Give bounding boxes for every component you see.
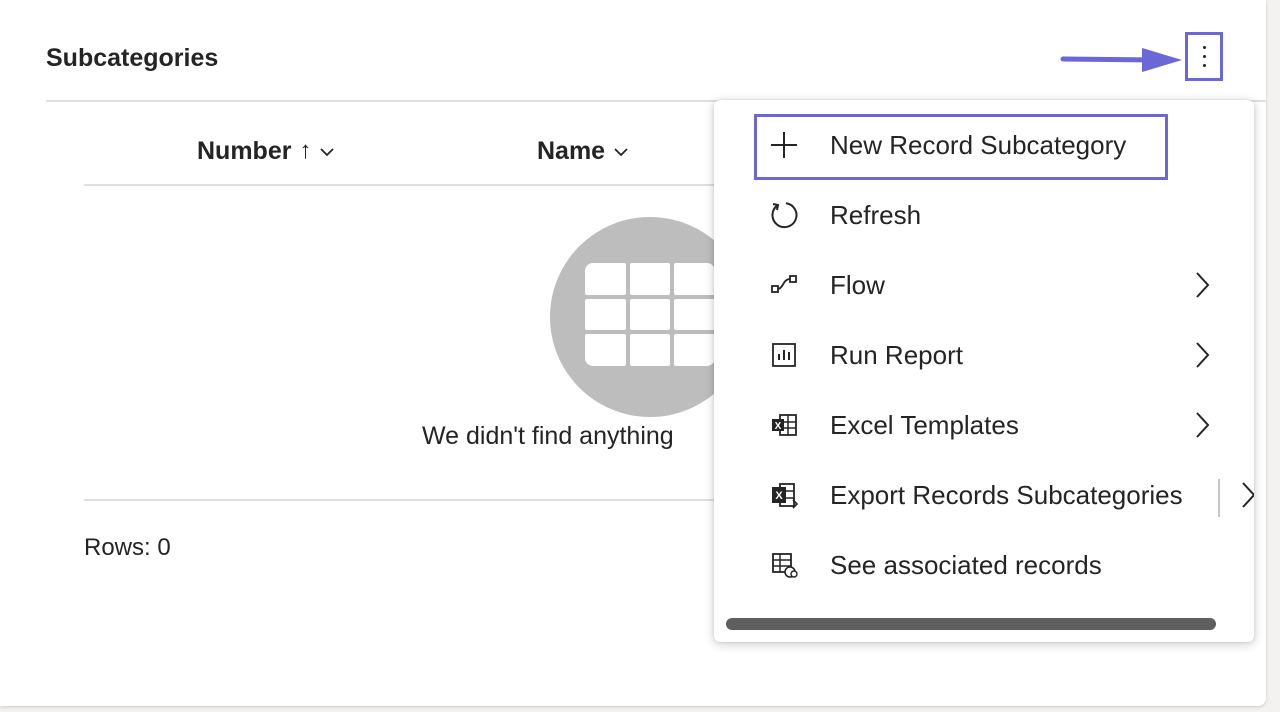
column-header-label: Name <box>537 136 606 165</box>
menu-item-label: See associated records <box>830 550 1102 580</box>
menu-item-label: Run Report <box>830 340 963 370</box>
chevron-right-icon[interactable] <box>1238 481 1254 509</box>
svg-text:X: X <box>775 490 783 502</box>
subgrid-title: Subcategories <box>46 44 219 72</box>
refresh-icon <box>766 197 802 233</box>
more-commands-highlight <box>1185 32 1223 81</box>
svg-text:X: X <box>775 421 782 432</box>
menu-item-see-associated-records[interactable]: See associated records <box>714 530 1254 600</box>
chevron-right-icon <box>1196 342 1210 368</box>
menu-item-label: Flow <box>830 270 885 300</box>
menu-horizontal-scrollbar[interactable] <box>726 618 1216 630</box>
column-header-number[interactable]: Number ↑ <box>197 118 335 184</box>
associated-records-icon <box>766 547 802 583</box>
header-divider <box>84 184 724 186</box>
menu-item-label: Export Records Subcategories <box>830 480 1183 510</box>
report-icon <box>766 337 802 373</box>
more-commands-button[interactable] <box>1188 35 1220 78</box>
menu-item-label: New Record Subcategory <box>830 130 1127 160</box>
overflow-commands-menu: New Record Subcategory Refresh Flow Run … <box>714 100 1254 642</box>
excel-template-icon: X <box>766 407 802 443</box>
sort-ascending-icon: ↑ <box>299 137 312 164</box>
chevron-right-icon <box>1196 272 1210 298</box>
split-button-divider <box>1218 479 1220 517</box>
chevron-down-icon <box>614 148 628 157</box>
menu-item-refresh[interactable]: Refresh <box>714 180 1254 250</box>
annotation-arrow-icon <box>1060 48 1182 72</box>
flow-icon <box>766 267 802 303</box>
column-header-name[interactable]: Name <box>537 118 629 184</box>
chevron-right-icon <box>1196 412 1210 438</box>
more-dot <box>1202 64 1206 67</box>
menu-item-flow[interactable]: Flow <box>714 250 1254 320</box>
menu-item-excel-templates[interactable]: X Excel Templates <box>714 390 1254 460</box>
chevron-down-icon <box>320 148 335 157</box>
more-dot <box>1202 55 1206 58</box>
menu-item-new-record-subcategory[interactable]: New Record Subcategory <box>714 110 1254 180</box>
excel-export-icon: X <box>766 477 802 513</box>
menu-item-export-records-subcategories[interactable]: X Export Records Subcategories <box>714 460 1254 530</box>
grid-header-row: Number ↑ Name <box>84 118 784 184</box>
column-header-label: Number <box>197 136 292 165</box>
empty-table-icon <box>585 263 715 366</box>
menu-item-label: Excel Templates <box>830 410 1019 440</box>
empty-state-message: We didn't find anything <box>422 422 674 450</box>
more-dot <box>1202 46 1206 49</box>
footer-divider <box>84 499 724 501</box>
rows-count: Rows: 0 <box>84 534 171 561</box>
menu-item-label: Refresh <box>830 200 922 230</box>
menu-item-run-report[interactable]: Run Report <box>714 320 1254 390</box>
plus-icon <box>766 127 802 163</box>
